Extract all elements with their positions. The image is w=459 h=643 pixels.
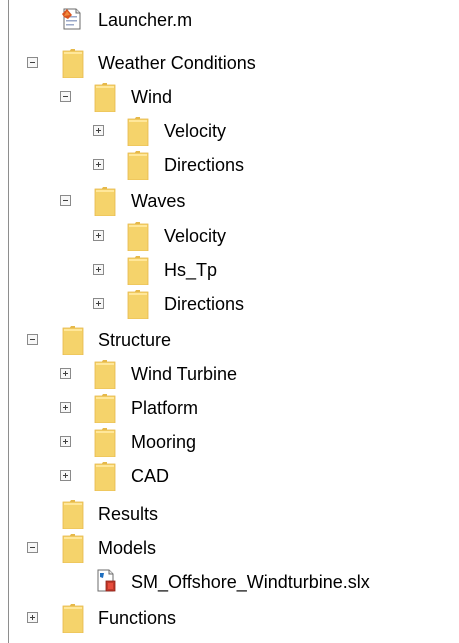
folder-icon bbox=[127, 221, 149, 252]
collapse-icon[interactable] bbox=[60, 195, 71, 206]
tree-row[interactable]: SM_Offshore_Windturbine.slx bbox=[0, 567, 459, 599]
folder-icon bbox=[94, 461, 116, 492]
expand-icon[interactable] bbox=[60, 402, 71, 413]
expand-icon[interactable] bbox=[93, 159, 104, 170]
tree-item-label: SM_Offshore_Windturbine.slx bbox=[131, 572, 370, 592]
tree-row[interactable]: Velocity bbox=[0, 221, 459, 253]
tree-row[interactable]: Models bbox=[0, 533, 459, 565]
tree-item-label: Weather Conditions bbox=[98, 53, 256, 73]
tree-row[interactable]: Wind Turbine bbox=[0, 359, 459, 391]
folder-icon bbox=[127, 116, 149, 147]
folder-icon bbox=[127, 255, 149, 286]
tree-item-label: CAD bbox=[131, 466, 170, 486]
folder-icon bbox=[62, 48, 84, 79]
tree-item-label: Platform bbox=[131, 398, 199, 418]
tree-item-label: Models bbox=[98, 538, 157, 558]
tree-row[interactable]: Mooring bbox=[0, 427, 459, 459]
file-tree-panel: Launcher.m Weather Conditions Wind Velocity… bbox=[0, 0, 459, 643]
tree-item-label: Waves bbox=[131, 191, 186, 211]
tree-row[interactable]: Directions bbox=[0, 289, 459, 321]
collapse-icon[interactable] bbox=[27, 57, 38, 68]
expand-icon[interactable] bbox=[93, 298, 104, 309]
folder-icon bbox=[94, 186, 116, 217]
tree-row[interactable]: Weather Conditions bbox=[0, 48, 459, 80]
tree-row[interactable]: Velocity bbox=[0, 116, 459, 148]
tree-item-label: Wind Turbine bbox=[131, 364, 238, 384]
tree-row[interactable]: Wind bbox=[0, 82, 459, 114]
expand-icon[interactable] bbox=[60, 368, 71, 379]
folder-icon bbox=[94, 82, 116, 113]
expand-icon[interactable] bbox=[60, 470, 71, 481]
expand-icon[interactable] bbox=[93, 230, 104, 241]
tree-item-label: Launcher.m bbox=[98, 10, 193, 30]
tree-item-label: Directions bbox=[164, 294, 245, 314]
folder-icon bbox=[94, 427, 116, 458]
tree-item-label: Functions bbox=[98, 608, 177, 628]
folder-icon bbox=[127, 150, 149, 181]
tree-row[interactable]: Platform bbox=[0, 393, 459, 425]
tree-item-label: Velocity bbox=[164, 226, 227, 246]
tree-item-label: Directions bbox=[164, 155, 245, 175]
folder-icon bbox=[127, 289, 149, 320]
expand-icon[interactable] bbox=[27, 612, 38, 623]
tree-row[interactable]: Waves bbox=[0, 186, 459, 218]
collapse-icon[interactable] bbox=[60, 91, 71, 102]
tree-row[interactable]: Functions bbox=[0, 603, 459, 635]
expand-icon[interactable] bbox=[93, 125, 104, 136]
tree-row[interactable]: Results bbox=[0, 499, 459, 531]
expand-icon[interactable] bbox=[60, 436, 71, 447]
folder-icon bbox=[94, 393, 116, 424]
tree-row[interactable]: Directions bbox=[0, 150, 459, 182]
tree-item-label: Results bbox=[98, 504, 159, 524]
simulink-model-icon bbox=[95, 569, 117, 593]
tree-item-label: Structure bbox=[98, 330, 172, 350]
folder-icon bbox=[62, 499, 84, 530]
tree-row[interactable]: Structure bbox=[0, 325, 459, 357]
collapse-icon[interactable] bbox=[27, 542, 38, 553]
tree-row[interactable]: Hs_Tp bbox=[0, 255, 459, 287]
folder-icon bbox=[94, 359, 116, 390]
collapse-icon[interactable] bbox=[27, 334, 38, 345]
expand-icon[interactable] bbox=[93, 264, 104, 275]
folder-icon bbox=[62, 603, 84, 634]
tree-item-label: Hs_Tp bbox=[164, 260, 218, 280]
tree-row[interactable]: CAD bbox=[0, 461, 459, 493]
folder-icon bbox=[62, 533, 84, 564]
matlab-script-icon bbox=[61, 7, 83, 31]
tree-item-label: Velocity bbox=[164, 121, 227, 141]
tree-item-label: Wind bbox=[131, 87, 173, 107]
tree-item-label: Mooring bbox=[131, 432, 197, 452]
tree-row[interactable]: Launcher.m bbox=[0, 5, 459, 37]
folder-icon bbox=[62, 325, 84, 356]
